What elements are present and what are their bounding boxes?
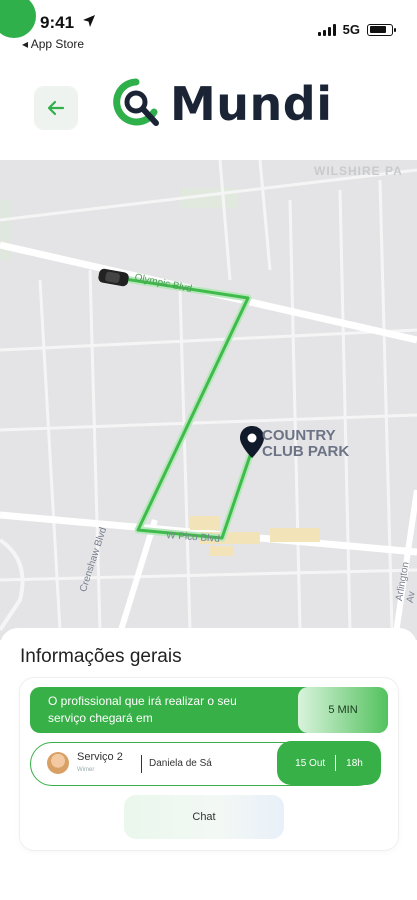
service-hour: 18h [346, 757, 363, 769]
battery-icon [367, 23, 396, 36]
status-bar: 9:41 ◂ App Store 5G [0, 0, 417, 56]
logo: Mundi [108, 76, 332, 132]
network-type: 5G [342, 22, 360, 37]
map-area-label-line1: COUNTRY [262, 427, 336, 444]
route-map[interactable]: WILSHIRE PA COUNTRY CLUB PARK Olympic Bl… [0, 160, 417, 640]
service-date: 15 Out [295, 757, 326, 769]
service-subtitle: Wimer [77, 767, 95, 773]
header: Mundi [0, 56, 417, 166]
location-arrow-icon [83, 15, 95, 27]
signal-icon [317, 23, 336, 36]
info-card: O profissional que irá realizar o seu se… [20, 678, 398, 850]
avatar [47, 752, 69, 774]
divider [141, 755, 142, 773]
recording-indicator [0, 0, 36, 38]
service-row[interactable]: Serviço 2 Wimer Daniela de Sá 15 Out 18h [30, 741, 381, 786]
back-button[interactable] [34, 86, 78, 130]
info-panel: Informações gerais O profissional que ir… [0, 628, 417, 900]
chat-button[interactable]: Chat [124, 795, 284, 839]
map-area-label-line2: CLUB PARK [262, 443, 350, 460]
eta-banner[interactable]: O profissional que irá realizar o seu se… [30, 687, 388, 733]
panel-title: Informações gerais [20, 646, 182, 667]
logo-text: Mundi [170, 77, 333, 131]
magnifier-q-icon [113, 78, 159, 126]
map-label-top: WILSHIRE PA [314, 164, 403, 178]
professional-name: Daniela de Sá [149, 758, 212, 769]
eta-message: O profissional que irá realizar o seu se… [48, 694, 237, 725]
arrow-left-icon [47, 100, 65, 116]
divider [335, 755, 337, 771]
status-indicators: 5G [317, 22, 396, 37]
date-pill: 15 Out 18h [277, 741, 381, 785]
eta-time: 5 MIN [298, 687, 388, 733]
status-time: 9:41 [40, 13, 75, 32]
map-area-label: COUNTRY CLUB PARK [262, 428, 349, 460]
service-name: Serviço 2 [77, 751, 123, 763]
battery-level [369, 26, 387, 33]
back-to-app-store[interactable]: ◂ App Store [22, 37, 84, 51]
map-canvas [0, 160, 417, 640]
